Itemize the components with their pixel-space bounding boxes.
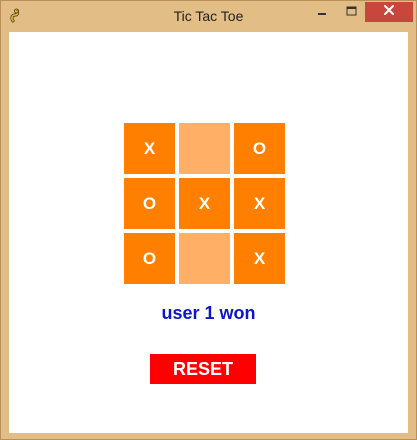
minimize-icon bbox=[317, 3, 327, 21]
board-cell-2[interactable] bbox=[179, 123, 230, 174]
minimize-button[interactable] bbox=[308, 2, 336, 22]
game-board: X O O X X O X bbox=[124, 123, 286, 285]
maximize-icon bbox=[346, 3, 357, 21]
reset-button[interactable]: RESET bbox=[150, 354, 256, 384]
board-cell-6[interactable]: X bbox=[234, 178, 285, 229]
board-cell-4[interactable]: O bbox=[124, 178, 175, 229]
board-cell-3[interactable]: O bbox=[234, 123, 285, 174]
app-window: Tic Tac Toe X O O X X O X user 1 won RES… bbox=[0, 0, 417, 440]
title-bar[interactable]: Tic Tac Toe bbox=[1, 1, 416, 31]
board-cell-1[interactable]: X bbox=[124, 123, 175, 174]
game-area: X O O X X O X user 1 won RESET bbox=[9, 32, 408, 433]
game-status: user 1 won bbox=[161, 303, 256, 323]
close-icon bbox=[383, 3, 395, 21]
board-cell-7[interactable]: O bbox=[124, 233, 175, 284]
maximize-button[interactable] bbox=[337, 2, 365, 22]
board-cell-5[interactable]: X bbox=[179, 178, 230, 229]
close-button[interactable] bbox=[365, 2, 413, 22]
board-cell-9[interactable]: X bbox=[234, 233, 285, 284]
board-cell-8[interactable] bbox=[179, 233, 230, 284]
